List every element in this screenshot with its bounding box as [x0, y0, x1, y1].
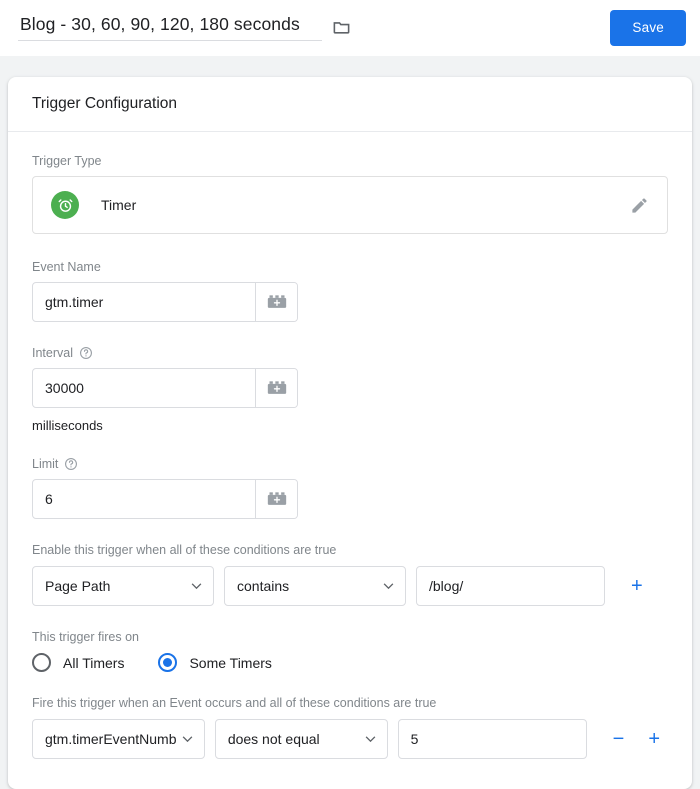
limit-field-group	[32, 479, 298, 519]
radio-all-timers-circle[interactable]	[32, 653, 51, 672]
interval-input[interactable]	[33, 369, 255, 407]
section-title: Trigger Configuration	[32, 95, 178, 112]
fire-condition-variable-select[interactable]: gtm.timerEventNumb	[32, 719, 205, 759]
radio-all-timers[interactable]: All Timers	[32, 653, 124, 672]
folder-icon[interactable]	[332, 17, 351, 41]
radio-some-timers-circle[interactable]	[158, 653, 178, 672]
radio-all-timers-label: All Timers	[63, 654, 125, 671]
enable-condition-operator-value: contains	[237, 578, 290, 594]
fire-condition-operator-value: does not equal	[227, 731, 320, 747]
interval-block: Interval 30000 milliseconds	[32, 346, 668, 433]
limit-input[interactable]	[33, 480, 255, 518]
variable-picker-brick-icon[interactable]	[255, 283, 297, 321]
limit-label: Limit	[32, 457, 668, 471]
card-header: Trigger Configuration	[8, 77, 692, 132]
trigger-type-name: Timer	[101, 197, 137, 213]
radio-some-timers-label: Some Timers	[189, 654, 272, 671]
add-fire-condition-button[interactable]: +	[640, 725, 668, 753]
fire-conditions-block: Fire this trigger when an Event occurs a…	[32, 696, 668, 759]
chevron-down-icon	[365, 736, 376, 743]
fire-condition-variable-value: gtm.timerEventNumb	[45, 731, 177, 747]
event-name-field-group	[32, 282, 298, 322]
help-question-icon[interactable]	[79, 346, 93, 360]
trigger-type-label: Trigger Type	[32, 154, 668, 168]
help-question-icon[interactable]	[64, 457, 78, 471]
enable-condition-operator-select[interactable]: contains	[224, 566, 406, 606]
enable-condition-row: Page Path contains +	[32, 566, 668, 606]
chevron-down-icon	[182, 736, 193, 743]
interval-label: Interval	[32, 346, 668, 360]
trigger-type-selector[interactable]: Timer	[32, 176, 668, 234]
event-name-block: Event Name	[32, 260, 668, 322]
pencil-edit-icon[interactable]	[630, 196, 649, 215]
fires-on-block: This trigger fires on All Timers Some Ti…	[32, 630, 668, 672]
radio-some-timers[interactable]: Some Timers	[158, 653, 272, 672]
fires-on-radio-group: All Timers Some Timers	[32, 653, 668, 672]
fires-on-label: This trigger fires on	[32, 630, 139, 644]
trigger-type-label-text: Trigger Type	[32, 154, 102, 168]
interval-units-hint: milliseconds	[32, 418, 103, 433]
fire-conditions-label: Fire this trigger when an Event occurs a…	[32, 696, 437, 710]
enable-condition-value-input[interactable]	[416, 566, 605, 606]
limit-label-text: Limit	[32, 457, 59, 471]
trigger-configuration-card: Trigger Configuration Trigger Type Timer	[8, 77, 692, 789]
event-name-label: Event Name	[32, 260, 668, 274]
interval-label-text: Interval	[32, 346, 73, 360]
trigger-name-input[interactable]: Blog - 30, 60, 90, 120, 180 seconds	[18, 14, 322, 41]
enable-conditions-block: Enable this trigger when all of these co…	[32, 543, 668, 606]
fire-condition-value-input[interactable]	[397, 719, 587, 759]
timer-alarm-clock-icon	[51, 191, 79, 219]
remove-fire-condition-button[interactable]: −	[605, 725, 631, 753]
enable-condition-variable-value: Page Path	[45, 578, 111, 594]
trigger-type-block: Trigger Type Timer	[32, 154, 668, 234]
variable-picker-brick-icon[interactable]	[255, 369, 297, 407]
fire-condition-row: gtm.timerEventNumb does not equal − +	[32, 719, 668, 759]
card-body: Trigger Type Timer Event Name gtm.timer …	[8, 132, 692, 789]
variable-picker-brick-icon[interactable]	[255, 480, 297, 518]
enable-condition-variable-select[interactable]: Page Path	[32, 566, 214, 606]
trigger-title-group: Blog - 30, 60, 90, 120, 180 seconds	[18, 14, 351, 41]
event-name-label-text: Event Name	[32, 260, 101, 274]
fire-condition-operator-select[interactable]: does not equal	[214, 719, 388, 759]
event-name-input[interactable]	[33, 283, 255, 321]
limit-block: Limit	[32, 457, 668, 519]
chevron-down-icon	[191, 583, 202, 590]
add-enable-condition-button[interactable]: +	[623, 572, 651, 600]
interval-field-group	[32, 368, 298, 408]
save-button[interactable]: Save	[610, 9, 686, 46]
top-bar: Blog - 30, 60, 90, 120, 180 seconds Save	[0, 0, 700, 56]
enable-conditions-label: Enable this trigger when all of these co…	[32, 543, 337, 557]
chevron-down-icon	[383, 583, 394, 590]
